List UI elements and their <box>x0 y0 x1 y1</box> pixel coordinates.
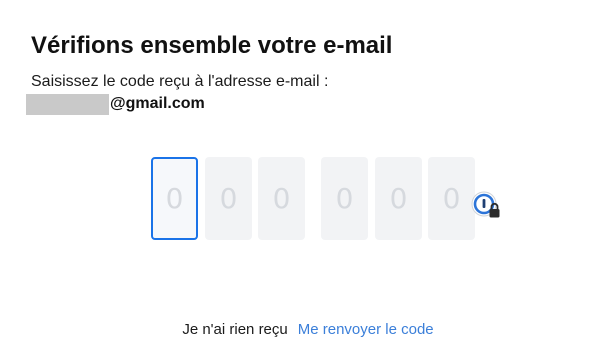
redacted-email-username <box>26 93 109 115</box>
no-code-received-text: Je n'ai rien reçu <box>182 320 288 338</box>
digit-placeholder: 0 <box>442 182 461 215</box>
code-digit-input-6[interactable]: 0 <box>428 157 475 240</box>
resend-footer: Je n'ai rien reçu Me renvoyer le code <box>0 318 616 340</box>
code-digit-input-5[interactable]: 0 <box>375 157 422 240</box>
page-title: Vérifions ensemble votre e-mail <box>31 32 393 59</box>
password-manager-icon-svg <box>471 191 500 218</box>
digit-placeholder: 0 <box>335 182 354 215</box>
digit-placeholder: 0 <box>219 182 238 215</box>
digit-placeholder: 0 <box>389 182 408 215</box>
password-manager-lock-icon[interactable] <box>470 189 502 221</box>
digit-placeholder: 0 <box>165 182 184 215</box>
code-digit-input-3[interactable]: 0 <box>258 157 305 240</box>
digit-placeholder: 0 <box>272 182 291 215</box>
email-domain-text: @gmail.com <box>110 95 205 112</box>
code-digit-input-1[interactable]: 0 <box>151 157 198 240</box>
code-digit-input-4[interactable]: 0 <box>321 157 368 240</box>
instruction-text: Saisissez le code reçu à l'adresse e-mai… <box>31 73 329 90</box>
email-address: @gmail.com <box>26 93 205 115</box>
resend-code-link[interactable]: Me renvoyer le code <box>298 321 434 338</box>
code-digit-input-2[interactable]: 0 <box>205 157 252 240</box>
